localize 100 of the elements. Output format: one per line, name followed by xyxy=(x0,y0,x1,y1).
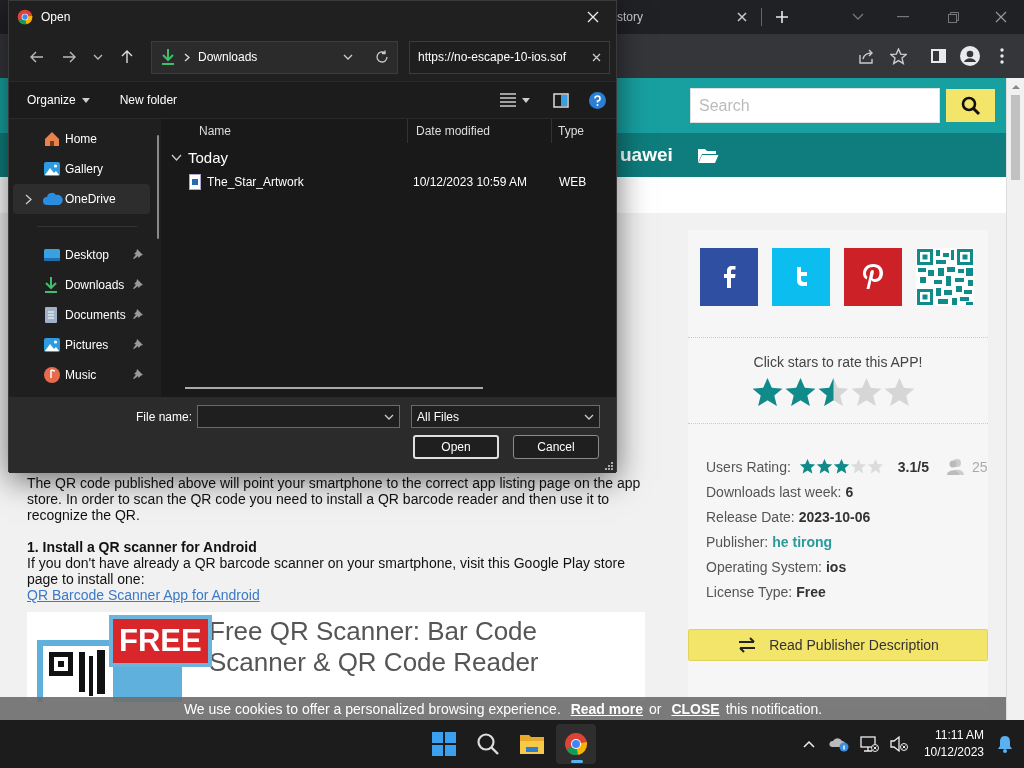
file-type: WEB xyxy=(559,175,588,189)
help-icon[interactable] xyxy=(589,91,606,109)
taskbar-app[interactable] xyxy=(556,724,596,764)
network-icon[interactable] xyxy=(858,735,879,753)
file-type-dropdown[interactable]: All Files xyxy=(411,405,600,428)
star-icon xyxy=(815,458,833,475)
restore-icon[interactable] xyxy=(947,11,959,23)
volume-muted-icon[interactable] xyxy=(888,735,909,753)
chevron-down-icon[interactable] xyxy=(343,54,353,60)
info-value: Free xyxy=(796,583,826,600)
chevron-down-icon[interactable] xyxy=(384,413,394,420)
chevron-down-icon[interactable] xyxy=(93,54,103,60)
nav-item[interactable]: OneDrive xyxy=(13,184,150,214)
time: 11:11 AM xyxy=(935,727,984,744)
refresh-icon[interactable] xyxy=(375,50,389,64)
nav-item[interactable]: Music xyxy=(13,360,150,390)
chevron-down-icon xyxy=(584,413,594,420)
picture-icon xyxy=(43,160,61,178)
cloud-info-icon[interactable] xyxy=(828,736,849,752)
chevron-up-icon[interactable] xyxy=(802,740,815,748)
close-link[interactable]: CLOSE xyxy=(671,700,720,717)
address-field[interactable]: https://no-escape-10-ios.sof xyxy=(409,40,610,74)
download-icon xyxy=(43,276,59,294)
chevron-right-icon[interactable] xyxy=(24,193,32,205)
search-icon xyxy=(476,732,500,756)
image-file-icon xyxy=(189,174,201,190)
column-header[interactable]: Name xyxy=(161,119,407,143)
info-label: Users Rating: xyxy=(706,458,791,475)
date: 10/12/2023 xyxy=(923,744,984,761)
cloud-icon xyxy=(43,192,63,206)
scrollbar-thumb[interactable] xyxy=(1011,95,1020,180)
cancel-button[interactable]: Cancel xyxy=(513,435,599,459)
back-arrow-icon[interactable] xyxy=(30,51,44,63)
star-icon xyxy=(849,458,867,475)
file-date: 10/12/2023 10:59 AM xyxy=(413,175,529,189)
column-header[interactable]: Type xyxy=(551,119,616,143)
nav-item[interactable]: Home xyxy=(13,124,150,154)
rate-prompt: Click stars to rate this APP! xyxy=(752,354,924,370)
clock[interactable]: 11:11 AM 10/12/2023 xyxy=(923,727,984,761)
qr-code-icon[interactable] xyxy=(916,248,974,306)
menu-icon[interactable] xyxy=(1000,48,1004,64)
clear-icon[interactable] xyxy=(592,52,601,62)
open-button[interactable]: Open xyxy=(413,435,499,459)
breadcrumb-folder[interactable]: Downloads xyxy=(198,50,335,64)
up-arrow-icon[interactable] xyxy=(121,50,133,64)
caret-icon[interactable] xyxy=(522,97,530,103)
group-header[interactable]: Today xyxy=(161,146,616,168)
read-more-link[interactable]: Read more xyxy=(570,700,644,717)
side-panel-icon[interactable] xyxy=(930,49,946,63)
preview-pane-icon[interactable] xyxy=(553,92,569,108)
info-label: Publisher: xyxy=(706,533,769,550)
pinterest-icon[interactable] xyxy=(844,248,902,306)
new-tab-icon[interactable] xyxy=(775,10,789,24)
search-field[interactable]: Search xyxy=(690,88,940,123)
nav-item[interactable]: Pictures xyxy=(13,330,150,360)
home-icon xyxy=(43,130,61,148)
desktop-icon xyxy=(43,247,61,263)
file-name-field[interactable] xyxy=(197,405,400,428)
search-icon xyxy=(960,95,981,116)
info-label: License Type: xyxy=(706,583,793,600)
organize-button[interactable]: Organize xyxy=(27,93,90,107)
minimize-icon[interactable] xyxy=(897,16,909,18)
publisher-description-button[interactable]: Read Publisher Description xyxy=(688,629,988,661)
browser-tab[interactable]: story xyxy=(617,0,757,34)
scanner-link[interactable]: QR Barcode Scanner App for Android xyxy=(27,587,260,603)
nav-item[interactable]: Gallery xyxy=(13,154,150,184)
breadcrumb-bar[interactable]: Downloads xyxy=(151,40,398,74)
info-label: Operating System: xyxy=(706,558,822,575)
info-label: Release Date: xyxy=(706,508,795,525)
chevron-right-icon xyxy=(184,52,190,62)
list-view-icon[interactable] xyxy=(500,93,516,107)
search-button[interactable] xyxy=(946,89,995,122)
resize-grip-icon[interactable] xyxy=(605,462,613,470)
column-header[interactable]: Date modified xyxy=(407,119,551,143)
new-folder-button[interactable]: New folder xyxy=(119,93,178,107)
file-row[interactable]: The_Star_Artwork 10/12/2023 10:59 AM WEB xyxy=(161,168,616,196)
swap-arrows-icon xyxy=(737,637,758,653)
facebook-icon[interactable] xyxy=(700,248,758,306)
rating-value: 3.1/5 xyxy=(897,458,929,475)
bell-icon[interactable] xyxy=(997,735,1013,753)
file-name-label: File name: xyxy=(134,409,193,424)
forward-arrow-icon[interactable] xyxy=(62,51,76,63)
nav-item[interactable]: Documents xyxy=(13,300,150,330)
profile-icon[interactable] xyxy=(960,46,980,66)
close-icon[interactable] xyxy=(995,11,1007,23)
chrome-icon xyxy=(17,9,33,25)
folder-icon[interactable] xyxy=(696,146,719,164)
scroll-up-icon[interactable] xyxy=(1011,84,1020,90)
start-icon xyxy=(432,732,456,756)
picture-icon xyxy=(43,336,61,354)
share-icon[interactable] xyxy=(857,48,875,64)
window-title: Open xyxy=(41,10,72,24)
nav-item[interactable]: Desktop xyxy=(13,240,150,270)
caret-icon xyxy=(81,97,90,103)
nav-item[interactable]: Downloads xyxy=(13,270,150,300)
star-outline-icon[interactable] xyxy=(889,47,907,65)
download-icon xyxy=(160,48,176,66)
info-label: Downloads last week: xyxy=(706,483,842,500)
chrome-icon xyxy=(564,732,588,756)
close-icon[interactable] xyxy=(737,12,747,22)
